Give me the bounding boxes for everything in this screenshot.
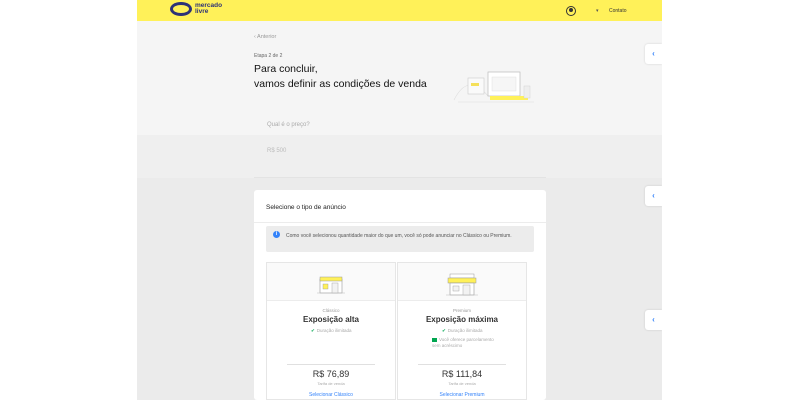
divider — [254, 177, 546, 178]
page-title: Para concluir, vamos definir as condiçõe… — [254, 62, 427, 92]
divider — [418, 364, 506, 365]
check-icon: ✔ — [311, 328, 315, 333]
title-section: ‹ Anterior Etapa 2 de 2 Para concluir, v… — [137, 21, 662, 139]
store-icon — [446, 273, 478, 296]
info-icon: i — [273, 231, 280, 238]
price-input[interactable]: R$ 500 — [267, 148, 286, 154]
option-feature-text: Você oferece parcelamento sem acréscimo — [432, 337, 494, 348]
listing-option-premium[interactable]: Premium Exposição máxima ✔ Duração ilimit… — [397, 262, 527, 400]
top-navigation-bar: mercado livre ▾ Contato — [137, 0, 662, 21]
option-fee-label: Tarifa de venda — [317, 381, 345, 386]
divider — [287, 364, 375, 365]
check-icon: ✔ — [442, 328, 446, 333]
option-feature: ✔ Duração ilimitada — [311, 328, 352, 334]
option-tier: Clássico — [322, 308, 340, 313]
chevron-down-icon[interactable]: ▾ — [596, 8, 599, 14]
page-title-line-2: vamos definir as condições de venda — [254, 78, 427, 90]
option-tier: Premium — [452, 308, 471, 313]
info-message-text: Como você selecionou quantidade maior do… — [286, 233, 512, 239]
user-avatar-icon[interactable] — [566, 6, 576, 16]
option-feature: Você oferece parcelamento sem acréscimo — [432, 337, 502, 349]
option-fee-label: Tarifa de venda — [448, 381, 476, 386]
page-title-line-1: Para concluir, — [254, 63, 318, 75]
price-section: R$ 500 — [137, 135, 662, 178]
handshake-logo-icon — [170, 2, 192, 16]
listing-type-card: Selecione o tipo de anúncio i Como você … — [254, 190, 546, 400]
logo-line-2: livre — [195, 8, 209, 15]
page-frame: mercado livre ▾ Contato ‹ Anterior Etapa… — [137, 0, 662, 400]
logo-text: mercado livre — [195, 2, 222, 16]
side-collapse-button[interactable]: ‹ — [645, 310, 662, 330]
step-indicator: Etapa 2 de 2 — [254, 53, 283, 59]
select-classic-button[interactable]: Selecionar Clássico — [267, 392, 395, 398]
contact-link[interactable]: Contato — [609, 8, 627, 14]
option-name: Exposição alta — [302, 315, 360, 324]
info-message: i Como você selecionou quantidade maior … — [266, 226, 534, 252]
side-collapse-button[interactable]: ‹ — [645, 44, 662, 64]
divider — [254, 222, 546, 223]
select-premium-button[interactable]: Selecionar Premium — [398, 392, 526, 398]
option-illustration-area — [267, 263, 395, 301]
option-price: R$ 111,84 — [441, 369, 483, 379]
option-feature-text: Duração ilimitada — [447, 328, 483, 333]
option-feature-text: Duração ilimitada — [316, 328, 352, 333]
back-link[interactable]: ‹ Anterior — [254, 34, 276, 40]
option-feature: ✔ Duração ilimitada — [442, 328, 483, 334]
listing-type-title: Selecione o tipo de anúncio — [266, 204, 346, 211]
card-icon — [432, 337, 437, 342]
option-price: R$ 76,89 — [312, 369, 350, 379]
listing-option-classic[interactable]: Clássico Exposição alta ✔ Duração ilimita… — [266, 262, 396, 400]
mercado-livre-logo[interactable]: mercado livre — [170, 2, 222, 16]
store-icon — [317, 276, 345, 294]
side-collapse-button[interactable]: ‹ — [645, 186, 662, 206]
option-name: Exposição máxima — [425, 315, 499, 324]
option-illustration-area — [398, 263, 526, 301]
price-question-label: Qual é o preço? — [267, 122, 310, 128]
listing-illustration — [453, 71, 534, 103]
